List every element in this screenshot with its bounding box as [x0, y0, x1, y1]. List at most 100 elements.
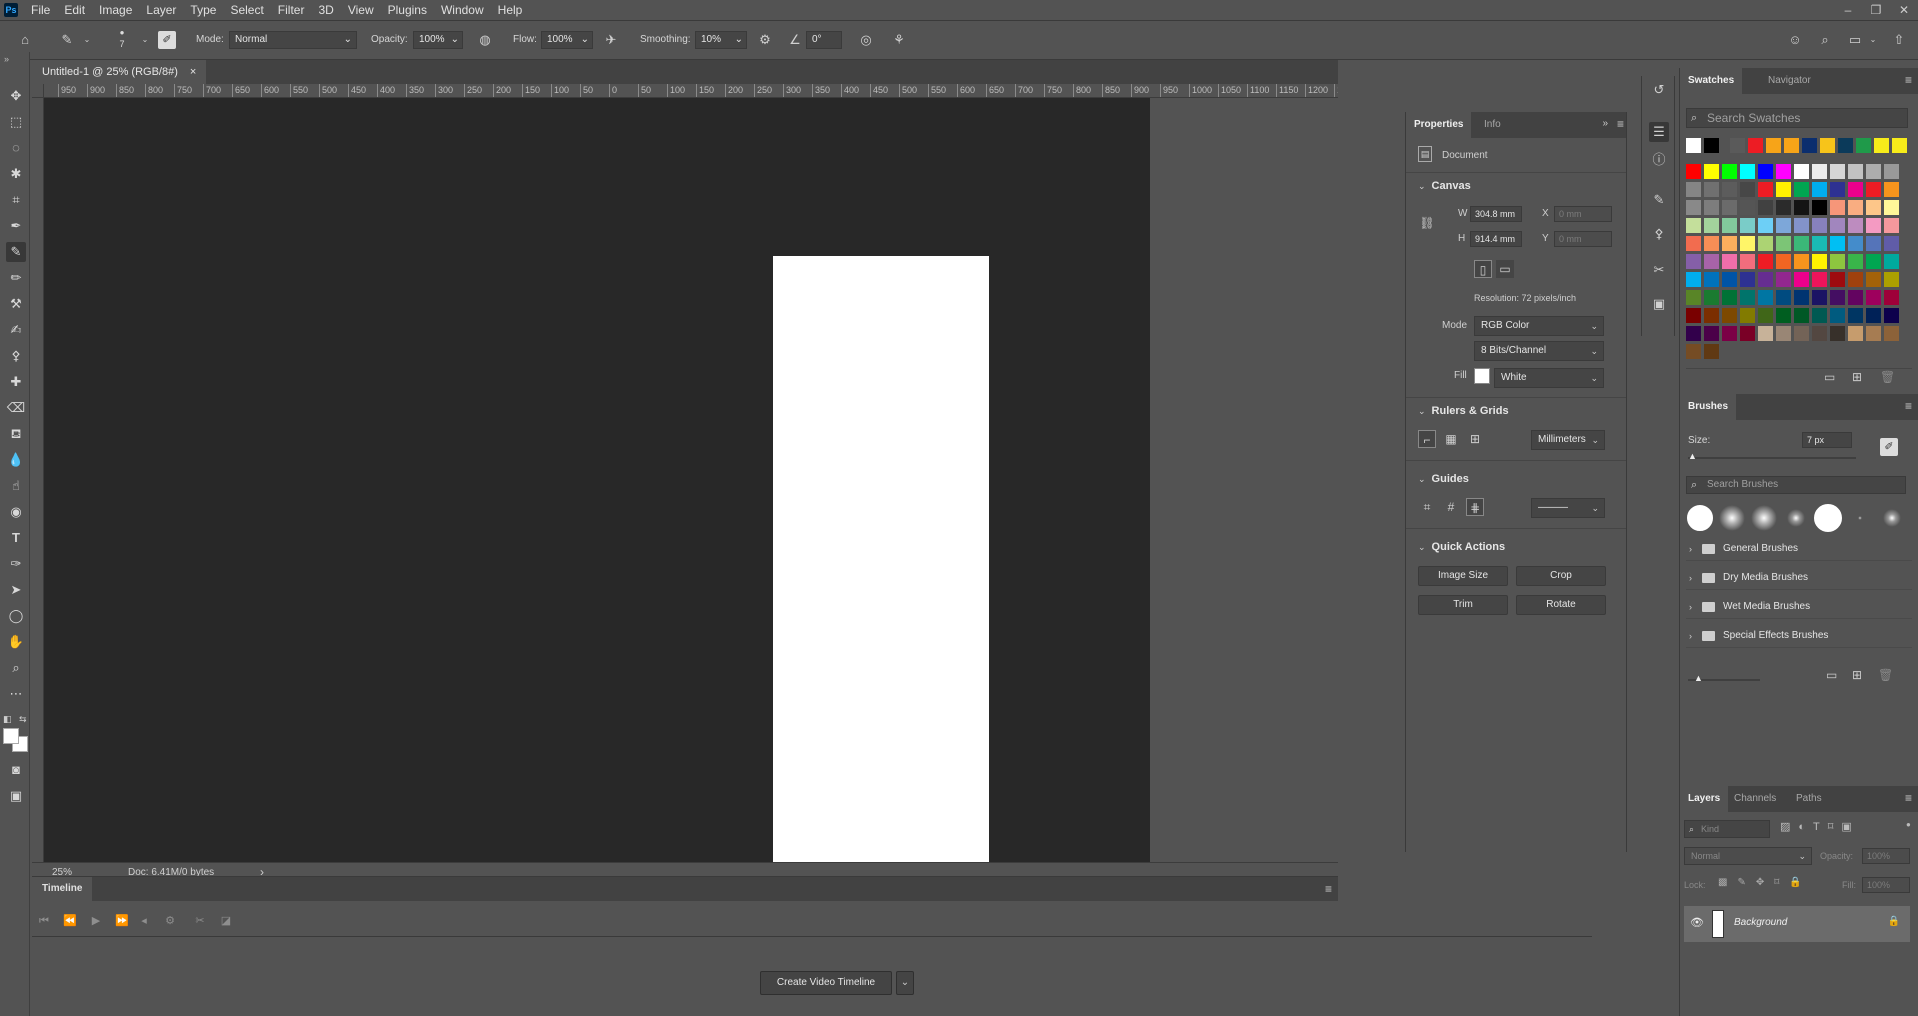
- first-frame-icon[interactable]: ⏮: [36, 913, 52, 929]
- smart-guides-icon[interactable]: #: [1442, 498, 1460, 516]
- brush-size-slider[interactable]: [1688, 457, 1856, 459]
- color-swatch[interactable]: [1776, 308, 1791, 323]
- color-swatch[interactable]: [1704, 290, 1719, 305]
- lasso-tool-icon[interactable]: ◌: [6, 138, 26, 158]
- document-tab[interactable]: Untitled-1 @ 25% (RGB/8#) ×: [32, 60, 207, 84]
- color-swatch[interactable]: [1758, 272, 1773, 287]
- minimize-button[interactable]: –: [1834, 0, 1862, 20]
- pixel-grid-icon[interactable]: ⊞: [1466, 430, 1484, 448]
- crop-tool-icon[interactable]: ⌗: [6, 190, 26, 210]
- menu-filter[interactable]: Filter: [271, 0, 312, 20]
- color-swatch[interactable]: [1758, 290, 1773, 305]
- recent-swatch[interactable]: [1802, 138, 1817, 153]
- brush-folder[interactable]: › General Brushes: [1686, 537, 1912, 561]
- color-swatch[interactable]: [1848, 164, 1863, 179]
- brush-tool-icon[interactable]: ✎: [6, 242, 26, 262]
- info-icon[interactable]: ⓘ: [1649, 150, 1669, 170]
- timeline-dropdown-button[interactable]: ⌄: [896, 971, 914, 995]
- color-swatch[interactable]: [1704, 272, 1719, 287]
- color-swatch[interactable]: [1722, 218, 1737, 233]
- color-swatch[interactable]: [1884, 182, 1899, 197]
- recent-swatch[interactable]: [1838, 138, 1853, 153]
- color-swatch[interactable]: [1794, 164, 1809, 179]
- color-swatch[interactable]: [1812, 182, 1827, 197]
- menu-file[interactable]: File: [24, 0, 57, 20]
- close-window-button[interactable]: ✕: [1890, 0, 1918, 20]
- chevron-down-icon[interactable]: ⌄: [1864, 31, 1882, 49]
- color-swatch[interactable]: [1776, 218, 1791, 233]
- brush-folder[interactable]: › Wet Media Brushes: [1686, 595, 1912, 619]
- portrait-orientation-icon[interactable]: ▯: [1474, 260, 1492, 278]
- color-swatch[interactable]: [1794, 182, 1809, 197]
- new-brush-icon[interactable]: ✐: [1880, 438, 1898, 456]
- color-swatch[interactable]: [1848, 308, 1863, 323]
- airbrush-icon[interactable]: ✈: [602, 31, 620, 49]
- menu-plugins[interactable]: Plugins: [381, 0, 434, 20]
- foreground-color-swatch[interactable]: [3, 728, 19, 744]
- color-swatch[interactable]: [1848, 326, 1863, 341]
- search-icon[interactable]: ⌕: [1816, 31, 1834, 49]
- layer-row[interactable]: 👁 Background 🔒: [1684, 906, 1910, 942]
- close-tab-icon[interactable]: ×: [190, 60, 196, 84]
- collapse-toolbar-icon[interactable]: »: [4, 54, 9, 64]
- color-swatch[interactable]: [1776, 182, 1791, 197]
- opacity-input[interactable]: 100% ⌄: [413, 31, 463, 49]
- guides-section-toggle[interactable]: ⌄ Guides: [1418, 473, 1469, 485]
- color-swatch[interactable]: [1812, 290, 1827, 305]
- menu-select[interactable]: Select: [223, 0, 270, 20]
- blur-tool-icon[interactable]: 💧: [6, 450, 26, 470]
- color-swatch[interactable]: [1740, 254, 1755, 269]
- color-swatch[interactable]: [1704, 218, 1719, 233]
- menu-3d[interactable]: 3D: [311, 0, 340, 20]
- color-swatch[interactable]: [1884, 308, 1899, 323]
- color-swatch[interactable]: [1848, 290, 1863, 305]
- color-swatch[interactable]: [1848, 236, 1863, 251]
- color-swatch[interactable]: [1848, 182, 1863, 197]
- color-swatch[interactable]: [1794, 290, 1809, 305]
- guides-icon[interactable]: ⌗: [1418, 498, 1436, 516]
- color-swatch[interactable]: [1866, 218, 1881, 233]
- color-swatch[interactable]: [1812, 164, 1827, 179]
- link-icon[interactable]: ⛓: [1418, 214, 1436, 232]
- color-swatch[interactable]: [1884, 164, 1899, 179]
- tab-paths[interactable]: Paths: [1788, 786, 1830, 812]
- new-group-icon[interactable]: ▭: [1826, 668, 1837, 682]
- color-swatch[interactable]: [1776, 326, 1791, 341]
- brush-size-input[interactable]: 7 px: [1802, 432, 1852, 448]
- color-swatch[interactable]: [1740, 326, 1755, 341]
- quick-actions-section-toggle[interactable]: ⌄ Quick Actions: [1418, 541, 1505, 553]
- color-swatch[interactable]: [1848, 254, 1863, 269]
- grid-icon[interactable]: ▦: [1442, 430, 1460, 448]
- brush-tip[interactable]: [1751, 505, 1777, 531]
- color-swatch[interactable]: [1758, 200, 1773, 215]
- color-swatch[interactable]: [1812, 236, 1827, 251]
- trim-button[interactable]: Trim: [1418, 595, 1508, 615]
- color-swatch[interactable]: [1866, 290, 1881, 305]
- color-swatch[interactable]: [1704, 200, 1719, 215]
- more-tools-icon[interactable]: ⋯: [6, 684, 26, 704]
- properties-icon[interactable]: ☰: [1649, 122, 1669, 142]
- eraser-tool-icon[interactable]: ⌫: [6, 398, 26, 418]
- color-swatch[interactable]: [1686, 290, 1701, 305]
- collapse-panel-icon[interactable]: »: [1602, 118, 1608, 129]
- healing-brush-tool-icon[interactable]: ✚: [6, 372, 26, 392]
- color-swatch[interactable]: [1848, 200, 1863, 215]
- audio-icon[interactable]: ◂: [136, 913, 152, 929]
- color-swatch[interactable]: [1794, 308, 1809, 323]
- color-swatch[interactable]: [1884, 200, 1899, 215]
- color-swatch[interactable]: [1740, 200, 1755, 215]
- new-brush-preset-icon[interactable]: ⊞: [1852, 668, 1862, 682]
- eye-icon[interactable]: 👁: [1690, 916, 1704, 929]
- user-icon[interactable]: ☺: [1786, 31, 1804, 49]
- brush-tip[interactable]: [1719, 505, 1745, 531]
- gear-icon[interactable]: ⚙: [756, 31, 774, 49]
- recent-swatch[interactable]: [1730, 138, 1745, 153]
- panel-menu-icon[interactable]: ≡: [1617, 117, 1624, 131]
- color-swatch[interactable]: [1758, 236, 1773, 251]
- app-logo[interactable]: Ps: [4, 3, 18, 17]
- new-swatch-icon[interactable]: ⊞: [1852, 370, 1862, 384]
- transition-icon[interactable]: ◪: [218, 913, 234, 929]
- brush-folder[interactable]: › Special Effects Brushes: [1686, 624, 1912, 648]
- ruler-units-select[interactable]: Millimeters ⌄: [1531, 430, 1605, 450]
- brush-preset-icon[interactable]: ✎: [58, 31, 76, 49]
